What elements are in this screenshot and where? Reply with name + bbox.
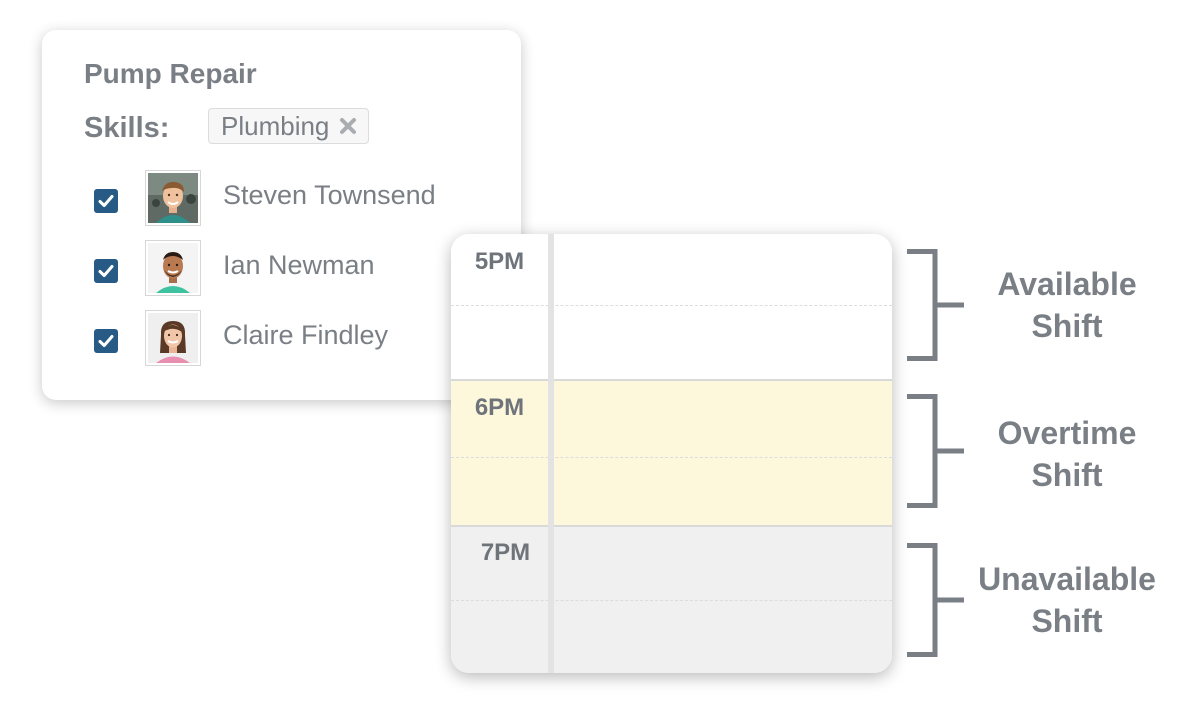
legend-overtime: Overtime Shift [957, 412, 1177, 496]
legend-available: Available Shift [957, 263, 1177, 347]
job-title: Pump Repair [84, 58, 257, 89]
legend-line: Shift [1031, 457, 1103, 493]
assignee-checkbox[interactable] [94, 189, 118, 213]
checkmark-icon [98, 335, 114, 347]
time-slot-overtime[interactable]: 6PM [451, 381, 892, 525]
time-label: 6PM [474, 394, 525, 421]
time-label: 7PM [480, 539, 531, 566]
job-card: Pump Repair Skills: Plumbing Steven Town… [42, 30, 521, 400]
checkmark-icon [98, 195, 114, 207]
half-hour-line [451, 600, 892, 601]
legend-line: Unavailable [978, 561, 1156, 597]
legend-line: Overtime [997, 415, 1137, 451]
time-label: 5PM [474, 248, 525, 275]
half-hour-line [451, 305, 892, 306]
checkmark-icon [98, 265, 114, 277]
legend-unavailable: Unavailable Shift [957, 558, 1177, 642]
assignee-checkbox[interactable] [94, 329, 118, 353]
assignee-name: Steven Townsend [223, 180, 436, 210]
schedule-grid: 5PM 6PM 7PM [451, 234, 892, 673]
skill-tag-label: Plumbing [221, 110, 330, 141]
time-slot-available[interactable]: 5PM [451, 234, 892, 379]
assignee-row: Steven Townsend [94, 170, 514, 226]
avatar [145, 170, 201, 226]
assignee-checkbox[interactable] [94, 259, 118, 283]
time-column-divider [548, 234, 554, 673]
avatar [145, 240, 201, 296]
half-hour-line [451, 457, 892, 458]
skill-tag-plumbing: Plumbing [208, 108, 370, 144]
skills-label: Skills: [84, 112, 170, 144]
avatar [145, 310, 201, 366]
legend-line: Shift [1031, 603, 1103, 639]
remove-skill-icon[interactable] [338, 116, 358, 136]
time-slot-unavailable[interactable]: 7PM [451, 527, 892, 673]
assignee-name: Ian Newman [223, 250, 375, 280]
assignee-name: Claire Findley [223, 320, 389, 350]
legend-line: Shift [1031, 308, 1103, 344]
legend-line: Available [997, 266, 1137, 302]
